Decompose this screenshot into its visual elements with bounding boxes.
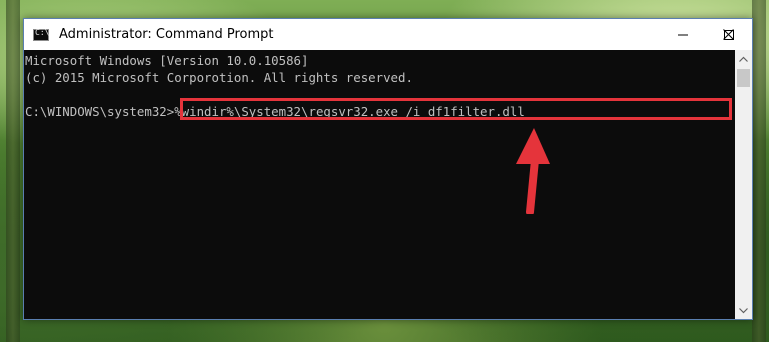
command-highlight-box xyxy=(180,98,732,120)
close-button[interactable] xyxy=(705,19,751,50)
console-line: (c) 2015 Microsoft Corporotion. All righ… xyxy=(25,70,413,85)
scroll-up-button[interactable] xyxy=(735,50,752,67)
prompt-path: C:\WINDOWS\system32> xyxy=(25,104,175,119)
scroll-down-button[interactable] xyxy=(735,302,752,319)
chevron-up-icon xyxy=(739,56,748,62)
title-bar[interactable]: C:\ Administrator: Command Prompt xyxy=(24,19,752,50)
console-output[interactable]: Microsoft Windows [Version 10.0.10586] (… xyxy=(24,50,735,319)
background-tree xyxy=(6,0,20,342)
cmd-icon-glyph: C:\ xyxy=(35,27,50,37)
scroll-thumb[interactable] xyxy=(737,69,750,87)
window-title: Administrator: Command Prompt xyxy=(59,27,274,42)
cmd-icon: C:\ xyxy=(33,27,50,41)
arrow-up-icon xyxy=(516,128,550,214)
console-line: Microsoft Windows [Version 10.0.10586] xyxy=(25,53,309,68)
background-tree xyxy=(752,0,766,342)
command-prompt-window: C:\ Administrator: Command Prompt Micros… xyxy=(23,18,753,320)
chevron-down-icon xyxy=(739,307,748,313)
close-icon xyxy=(722,29,734,40)
vertical-scrollbar[interactable] xyxy=(735,50,752,319)
minimize-button-spacer xyxy=(660,19,706,50)
